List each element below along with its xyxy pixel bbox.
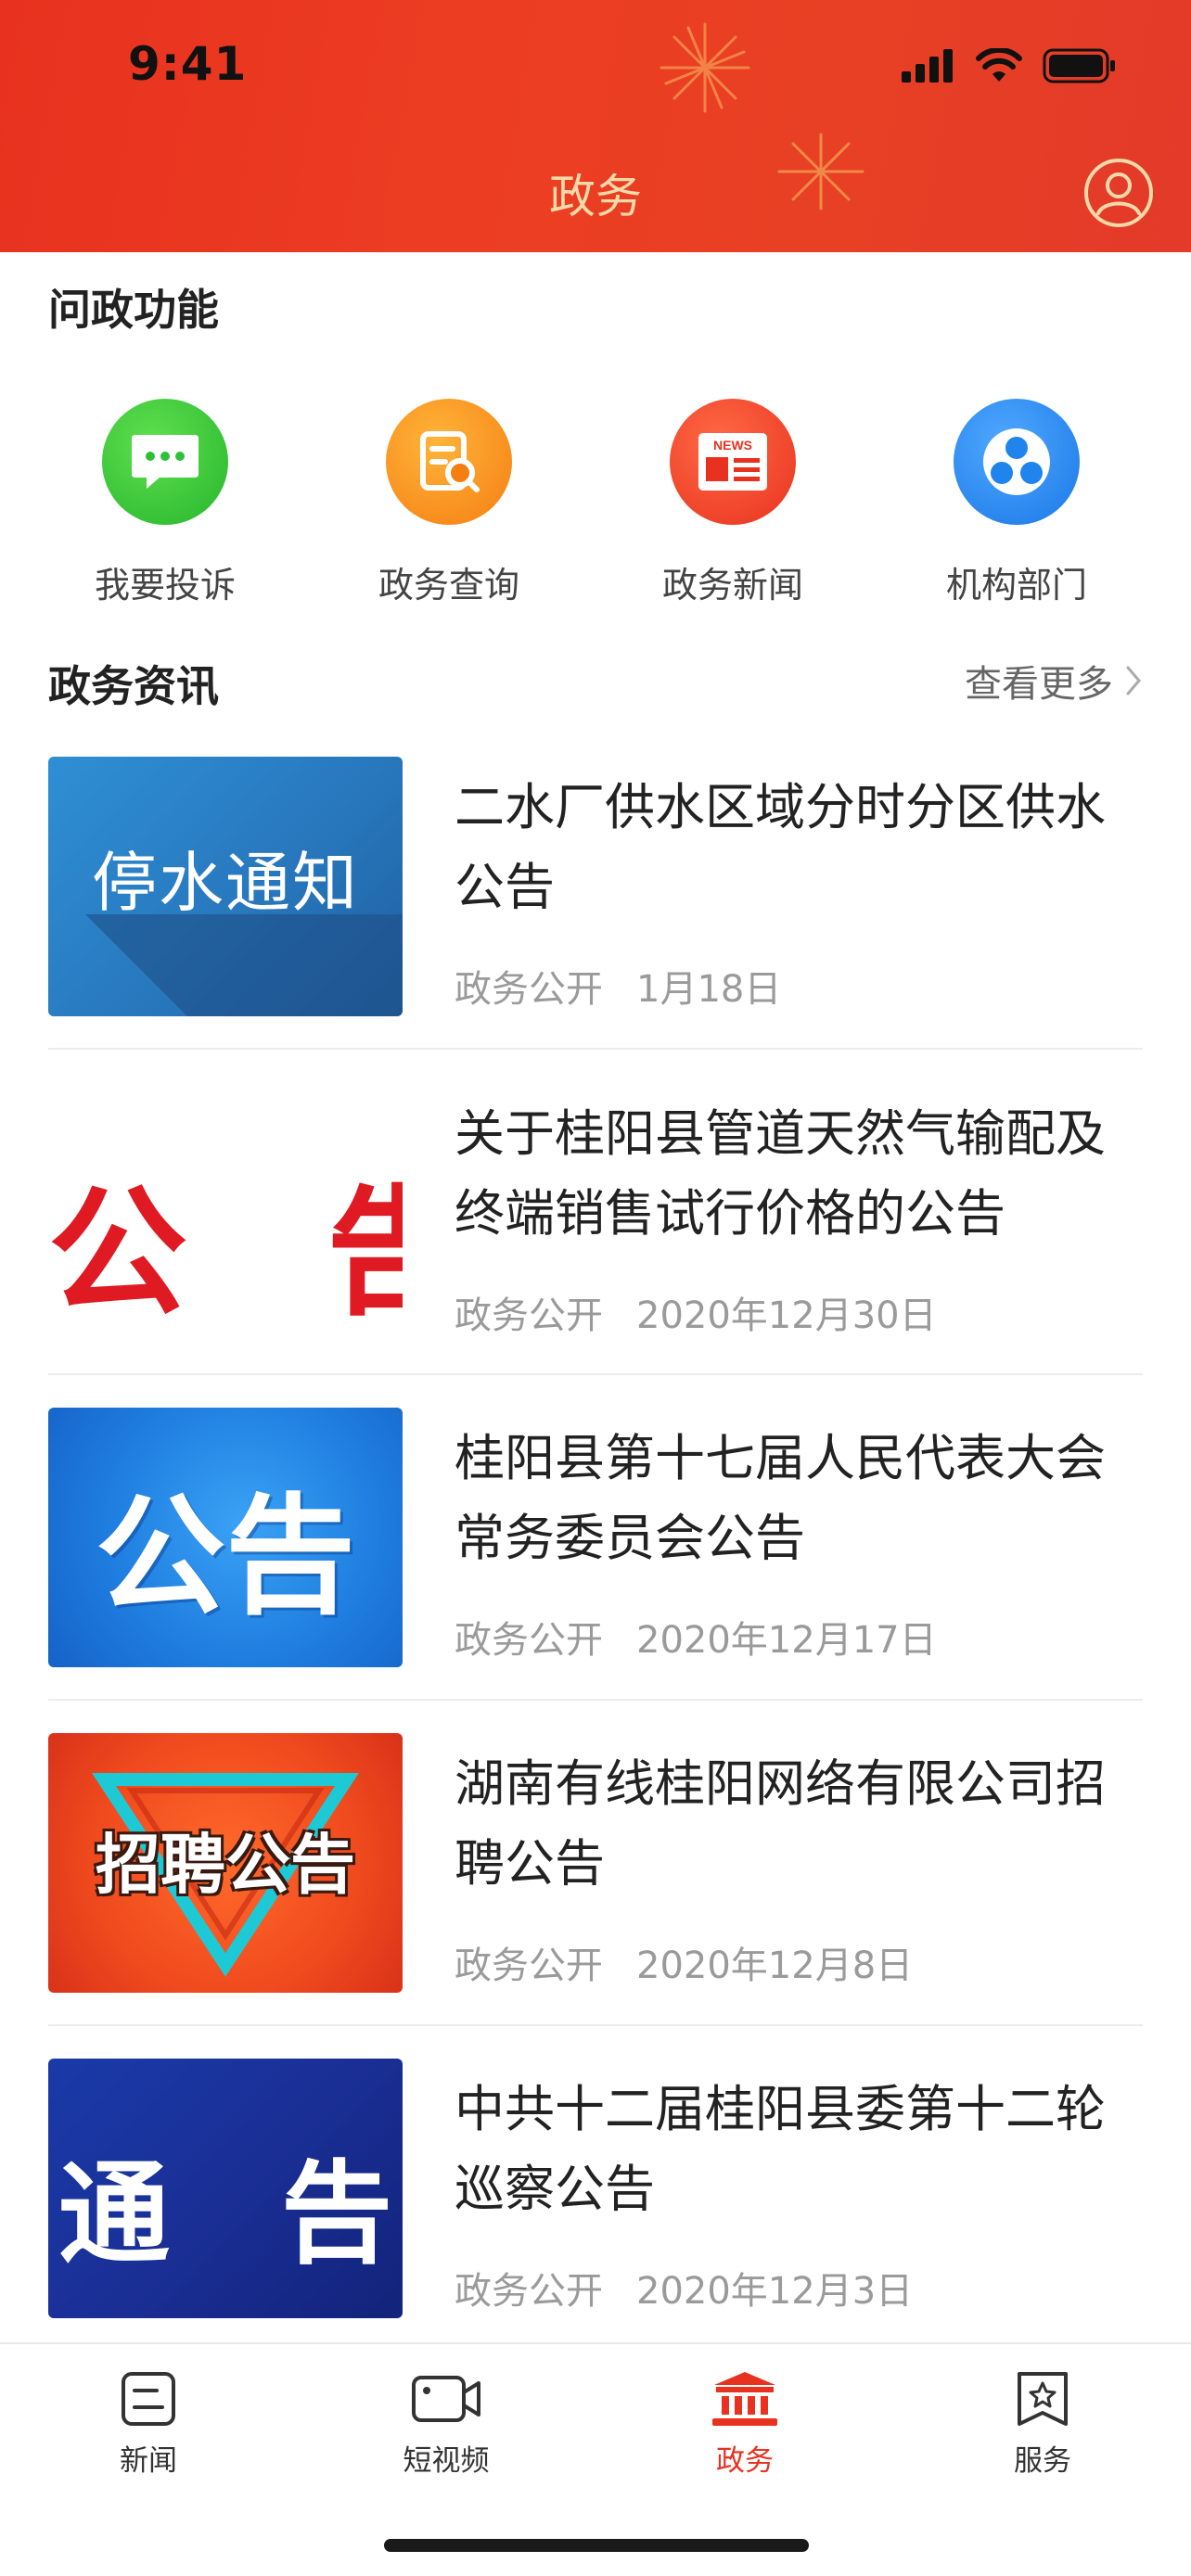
tab-short-video[interactable]: 短视频 bbox=[353, 2370, 539, 2479]
video-camera-icon bbox=[412, 2376, 480, 2422]
news-title: 中共十二届桂阳县委第十二轮巡察公告 bbox=[455, 2080, 1106, 2218]
news-source: 政务公开 bbox=[455, 968, 603, 1011]
news-title: 关于桂阳县管道天然气输配及终端销售试行价格的公告 bbox=[455, 1104, 1106, 1243]
divider bbox=[48, 1373, 1143, 1375]
battery-icon bbox=[1043, 48, 1115, 83]
news-section-title: 政务资讯 bbox=[48, 661, 219, 711]
news-thumbnail: 停水通知 bbox=[48, 757, 403, 1016]
document-search-icon bbox=[386, 399, 512, 525]
news-item[interactable]: 停水通知 二水厂供水区域分时分区供水公告 政务公开 1月18日 bbox=[48, 757, 1143, 1081]
feature-departments[interactable]: 机构部门 bbox=[901, 399, 1133, 607]
organization-icon bbox=[954, 399, 1080, 525]
thumbnail-text: 招聘公告 bbox=[96, 1827, 355, 1903]
news-source: 政务公开 bbox=[455, 1945, 603, 1987]
news-item[interactable]: 招聘公告 湖南有线桂阳网络有限公司招聘公告 政务公开 2020年12月8日 bbox=[48, 1733, 1143, 2058]
news-date: 2020年12月30日 bbox=[636, 1294, 937, 1337]
app-header: 9:41 政务 bbox=[0, 0, 1191, 252]
thumbnail-text: 公 告 bbox=[48, 1178, 403, 1332]
news-meta: 政务公开 2020年12月30日 bbox=[455, 1285, 937, 1339]
news-meta: 政务公开 2020年12月8日 bbox=[455, 1935, 913, 1989]
cellular-signal-icon bbox=[902, 49, 953, 83]
news-meta: 政务公开 2020年12月3日 bbox=[455, 2261, 913, 2315]
page-title: 政务 bbox=[549, 170, 642, 223]
svg-text:NEWS: NEWS bbox=[713, 438, 752, 453]
news-item[interactable]: 通 告 中共十二届桂阳县委第十二轮巡察公告 政务公开 2020年12月3日 bbox=[48, 2059, 1143, 2383]
profile-button[interactable] bbox=[1083, 158, 1154, 228]
news-tab-icon bbox=[122, 2372, 175, 2426]
divider bbox=[48, 1699, 1143, 1701]
news-title: 二水厂供水区域分时分区供水公告 bbox=[455, 778, 1106, 916]
news-item[interactable]: 公告 桂阳县第十七届人民代表大会常务委员会公告 政务公开 2020年12月17日 bbox=[48, 1408, 1143, 1732]
home-indicator bbox=[384, 2539, 809, 2552]
news-meta: 政务公开 1月18日 bbox=[455, 959, 781, 1013]
news-thumbnail: 通 告 bbox=[48, 2059, 403, 2318]
thumbnail-text: 停水通知 bbox=[92, 845, 359, 921]
tab-label: 服务 bbox=[1014, 2444, 1071, 2478]
thumbnail-text: 公告 bbox=[95, 1486, 355, 1630]
government-building-icon bbox=[712, 2372, 777, 2426]
view-more-label: 查看更多 bbox=[965, 663, 1113, 706]
tab-service[interactable]: 服务 bbox=[950, 2370, 1135, 2479]
tab-government[interactable]: 政务 bbox=[652, 2370, 838, 2479]
news-date: 2020年12月17日 bbox=[636, 1619, 937, 1662]
wifi-icon bbox=[976, 48, 1022, 82]
news-icon: NEWS bbox=[670, 399, 796, 525]
status-icons bbox=[902, 48, 1117, 83]
status-time: 9:41 bbox=[128, 37, 248, 91]
news-source: 政务公开 bbox=[455, 1619, 603, 1662]
tab-label: 新闻 bbox=[120, 2444, 177, 2478]
divider bbox=[48, 1048, 1143, 1050]
news-title: 湖南有线桂阳网络有限公司招聘公告 bbox=[455, 1754, 1106, 1893]
service-star-icon bbox=[1018, 2372, 1068, 2426]
news-source: 政务公开 bbox=[455, 2270, 603, 2313]
news-date: 2020年12月3日 bbox=[636, 2270, 914, 2313]
feature-news[interactable]: NEWS 政务新闻 bbox=[617, 399, 849, 607]
tab-news[interactable]: 新闻 bbox=[56, 2370, 241, 2479]
news-thumbnail: 公 告 bbox=[48, 1083, 403, 1343]
news-item[interactable]: 公 告 关于桂阳县管道天然气输配及终端销售试行价格的公告 政务公开 2020年12… bbox=[48, 1083, 1143, 1408]
news-date: 1月18日 bbox=[636, 968, 782, 1011]
features-grid: 我要投诉 政务查询 NEWS 政务新闻 机构部门 bbox=[0, 399, 1191, 606]
firework-decoration-icon bbox=[660, 22, 750, 113]
feature-label: 政务查询 bbox=[378, 565, 519, 606]
features-section-title: 问政功能 bbox=[48, 285, 219, 335]
tab-label: 政务 bbox=[716, 2444, 774, 2478]
view-more-link[interactable]: 查看更多 bbox=[965, 654, 1143, 708]
news-thumbnail: 招聘公告 bbox=[48, 1733, 403, 1993]
feature-label: 机构部门 bbox=[945, 565, 1087, 606]
chat-bubble-icon bbox=[102, 399, 228, 525]
thumbnail-text: 通 告 bbox=[58, 2150, 392, 2279]
tab-label: 短视频 bbox=[403, 2444, 490, 2478]
news-date: 2020年12月8日 bbox=[636, 1945, 914, 1987]
news-meta: 政务公开 2020年12月17日 bbox=[455, 1610, 937, 1664]
feature-complaint[interactable]: 我要投诉 bbox=[49, 399, 281, 607]
news-source: 政务公开 bbox=[455, 1294, 603, 1337]
feature-label: 政务新闻 bbox=[661, 565, 803, 606]
news-title: 桂阳县第十七届人民代表大会常务委员会公告 bbox=[455, 1429, 1106, 1567]
feature-query[interactable]: 政务查询 bbox=[333, 399, 565, 607]
chevron-right-icon bbox=[1126, 666, 1141, 695]
feature-label: 我要投诉 bbox=[94, 565, 236, 606]
divider bbox=[48, 2024, 1143, 2026]
news-thumbnail: 公告 bbox=[48, 1408, 403, 1667]
